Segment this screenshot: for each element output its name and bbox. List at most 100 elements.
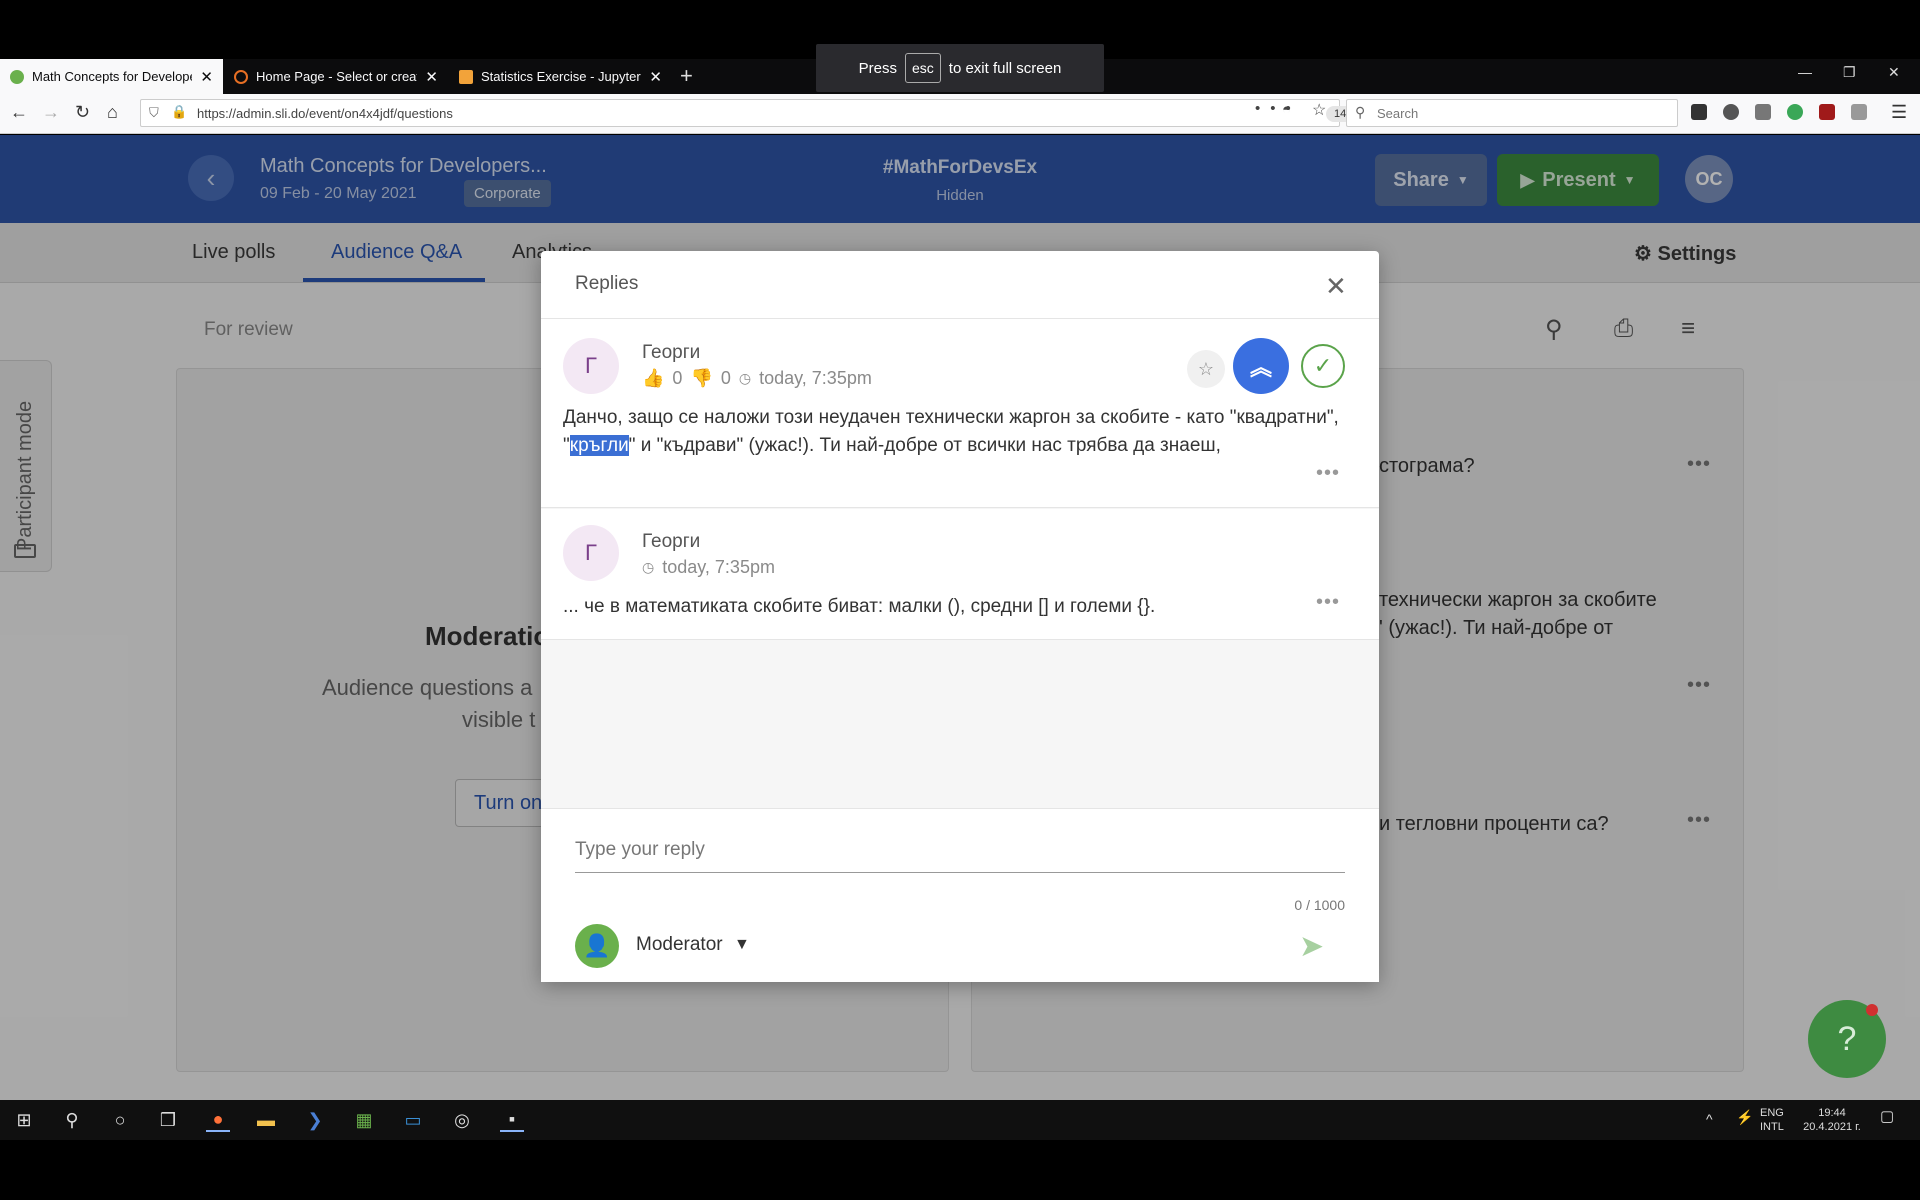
new-tab-icon[interactable]: + — [680, 63, 693, 89]
spreadsheet-icon[interactable]: ▦ — [352, 1108, 376, 1132]
language-indicator[interactable]: ENG INTL — [1760, 1106, 1784, 1134]
notifications-icon[interactable]: ▢ — [1880, 1109, 1894, 1124]
fullscreen-banner: Press esc to exit full screen — [816, 44, 1104, 92]
extension-icon[interactable] — [1691, 104, 1707, 120]
obs-icon[interactable]: ◎ — [450, 1108, 474, 1132]
cortana-icon[interactable]: ○ — [108, 1108, 132, 1132]
esc-key: esc — [904, 53, 941, 83]
reply-input[interactable] — [575, 827, 1345, 873]
bookmark-star-icon[interactable]: ☆ — [1312, 100, 1326, 120]
clock-icon: ◷ — [738, 370, 752, 386]
person-icon: 👤 — [575, 924, 619, 968]
home-icon[interactable]: ⌂ — [107, 102, 118, 123]
clock-icon: ◷ — [642, 559, 655, 575]
author-avatar: Г — [563, 338, 619, 394]
reply-composer: 0 / 1000 👤 Moderator ▼ ➤ — [541, 808, 1379, 982]
question-text: Данчо, защо се наложи този неудачен техн… — [563, 404, 1353, 460]
notebook-favicon-icon — [459, 69, 473, 84]
check-icon: ✓ — [1313, 353, 1333, 378]
upvote-count: 0 — [672, 368, 683, 388]
search-placeholder: Search — [1377, 106, 1419, 121]
close-tab-icon[interactable]: ✕ — [425, 68, 438, 86]
lang-layout: INTL — [1760, 1121, 1784, 1133]
windows-taskbar: ⊞ ⚲ ○ ❒ ● ▬ ❯ ▦ ▭ ◎ ▪ ^ ⚡ ENG INTL 19:44 2… — [0, 1100, 1920, 1140]
browser-tab-statistics[interactable]: Statistics Exercise - Jupyter Not ✕ — [449, 59, 672, 94]
more-icon[interactable]: ••• — [1316, 462, 1340, 485]
modal-title: Replies — [575, 273, 639, 294]
close-tab-icon[interactable]: ✕ — [200, 68, 213, 86]
question-meta: 👍 0 👎 0 ◷ today, 7:35pm — [642, 368, 872, 389]
author-name: Георги — [642, 531, 701, 552]
browser-tab-slido[interactable]: Math Concepts for Developers ✕ — [0, 59, 223, 94]
tray-chevron-icon[interactable]: ^ — [1706, 1112, 1713, 1126]
mark-answered-button[interactable]: ✓ — [1301, 344, 1345, 388]
clock[interactable]: 19:44 20.4.2021 г. — [1796, 1106, 1868, 1134]
timestamp: today, 7:35pm — [759, 368, 872, 388]
task-view-icon[interactable]: ❒ — [156, 1108, 180, 1132]
minimize-icon[interactable]: — — [1798, 64, 1812, 80]
url-text: https://admin.sli.do/event/on4x4jdf/ques… — [197, 106, 453, 121]
extension-icon[interactable] — [1755, 104, 1771, 120]
replies-list: Г Георги 👍 0 👎 0 ◷ today, 7:35pm ☆ ︽ ✓ Д — [541, 320, 1379, 808]
downvote-count: 0 — [720, 368, 731, 388]
screen: Math Concepts for Developers ✕ Home Page… — [0, 0, 1920, 1200]
file-explorer-icon[interactable]: ▬ — [254, 1108, 278, 1132]
network-icon[interactable]: ⚡ — [1736, 1110, 1753, 1124]
more-icon[interactable]: ••• — [1316, 591, 1340, 614]
search-icon: ⚲ — [1355, 104, 1366, 120]
windows-start-icon[interactable]: ⊞ — [12, 1108, 36, 1132]
text-segment: " и "къдрави" (ужас!). Ти най-добре от в… — [628, 435, 1221, 456]
account-icon[interactable] — [1723, 104, 1739, 120]
tab-title: Statistics Exercise - Jupyter Not — [481, 69, 641, 84]
thumbs-up-icon[interactable]: 👍 — [642, 368, 664, 389]
send-icon[interactable]: ➤ — [1299, 929, 1324, 964]
help-button[interactable]: ? — [1808, 1000, 1886, 1078]
terminal-icon[interactable]: ▪ — [500, 1108, 524, 1132]
replies-modal: Replies ✕ Г Георги 👍 0 👎 0 ◷ today, 7:35… — [541, 251, 1379, 982]
role-selector[interactable]: Moderator — [636, 934, 723, 956]
thumbs-down-icon[interactable]: 👎 — [690, 368, 712, 389]
author-avatar: Г — [563, 525, 619, 581]
reader-icon[interactable] — [1851, 104, 1867, 120]
timestamp: today, 7:35pm — [662, 557, 775, 577]
banner-text: Press — [858, 59, 897, 77]
browser-tab-home[interactable]: Home Page - Select or create a ✕ — [224, 59, 448, 94]
forward-icon[interactable]: → — [42, 102, 60, 123]
grammarly-icon[interactable] — [1787, 104, 1803, 120]
page-actions-icon[interactable]: ••• — [1255, 100, 1301, 117]
tab-title: Home Page - Select or create a — [256, 69, 417, 84]
reload-icon[interactable]: ↻ — [75, 102, 90, 123]
date: 20.4.2021 г. — [1803, 1121, 1861, 1133]
close-icon[interactable]: ✕ — [1325, 271, 1347, 302]
star-icon[interactable]: ☆ — [1187, 350, 1225, 388]
caret-down-icon[interactable]: ▼ — [734, 936, 750, 954]
shield-icon: ⛉ — [149, 105, 159, 120]
search-box[interactable]: ⚲ Search — [1346, 99, 1678, 127]
reply-meta: ◷ today, 7:35pm — [642, 557, 775, 578]
original-question: Г Георги 👍 0 👎 0 ◷ today, 7:35pm ☆ ︽ ✓ Д — [541, 320, 1379, 508]
highlight-button[interactable]: ︽ — [1233, 338, 1289, 394]
notification-dot — [1866, 1004, 1878, 1016]
question-mark-icon: ? — [1837, 1019, 1857, 1058]
banner-text: to exit full screen — [948, 59, 1062, 77]
slido-favicon-icon — [10, 69, 24, 84]
lang-code: ENG — [1760, 1107, 1784, 1119]
app-icon[interactable]: ▭ — [401, 1108, 425, 1132]
close-window-icon[interactable]: ✕ — [1888, 64, 1900, 81]
author-name: Георги — [642, 342, 701, 363]
browser-nav-bar: ← → ↻ ⌂ ⛉ 🔒 https://admin.sli.do/event/o… — [0, 94, 1920, 134]
reply-text: ... че в математиката скобите биват: мал… — [563, 596, 1156, 617]
restore-icon[interactable]: ❐ — [1843, 64, 1856, 81]
back-icon[interactable]: ← — [10, 102, 28, 123]
address-bar[interactable]: ⛉ 🔒 https://admin.sli.do/event/on4x4jdf/… — [140, 99, 1371, 127]
menu-icon[interactable]: ☰ — [1891, 102, 1907, 123]
ublock-icon[interactable] — [1819, 104, 1835, 120]
search-icon[interactable]: ⚲ — [60, 1108, 84, 1132]
tab-title: Math Concepts for Developers — [32, 69, 193, 84]
close-tab-icon[interactable]: ✕ — [649, 68, 662, 86]
pocket-icon[interactable]: ◓ — [1282, 101, 1291, 118]
firefox-icon[interactable]: ● — [206, 1108, 230, 1132]
powershell-icon[interactable]: ❯ — [303, 1108, 327, 1132]
time: 19:44 — [1818, 1107, 1846, 1119]
reply-item: Г Георги ◷ today, 7:35pm ... че в матема… — [541, 509, 1379, 640]
